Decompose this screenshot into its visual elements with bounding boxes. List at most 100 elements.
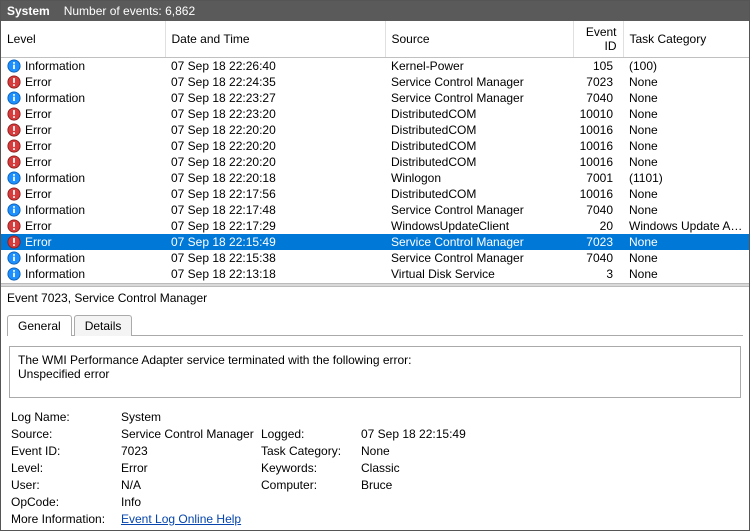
column-headers[interactable]: Level Date and Time Source Event ID Task… <box>1 21 749 58</box>
level-text: Error <box>25 107 52 121</box>
cell-event-id: 7023 <box>573 234 623 250</box>
cell-datetime: 07 Sep 18 22:24:35 <box>165 74 385 90</box>
level-text: Error <box>25 219 52 233</box>
col-level[interactable]: Level <box>1 21 165 58</box>
error-icon <box>7 75 21 89</box>
val-opcode: Info <box>121 495 261 509</box>
lbl-source: Source: <box>11 427 121 441</box>
cell-datetime: 07 Sep 18 22:17:56 <box>165 186 385 202</box>
cell-source: Service Control Manager <box>385 74 573 90</box>
log-title: System <box>7 4 50 18</box>
detail-tabs: General Details <box>7 315 743 336</box>
table-row[interactable]: Error 07 Sep 18 22:17:56DistributedCOM100… <box>1 186 749 202</box>
lbl-task-cat: Task Category: <box>261 444 361 458</box>
cell-event-id: 10016 <box>573 122 623 138</box>
cell-source: DistributedCOM <box>385 138 573 154</box>
table-row[interactable]: Error 07 Sep 18 22:24:35Service Control M… <box>1 74 749 90</box>
cell-event-id: 7040 <box>573 90 623 106</box>
error-icon <box>7 123 21 137</box>
val-user: N/A <box>121 478 261 492</box>
cell-task-cat: (1101) <box>623 170 749 186</box>
log-header: System Number of events: 6,862 <box>1 1 749 21</box>
cell-task-cat: (100) <box>623 58 749 75</box>
cell-task-cat: Windows Update Agent <box>623 218 749 234</box>
cell-task-cat: None <box>623 234 749 250</box>
cell-source: DistributedCOM <box>385 122 573 138</box>
event-message-line: Unspecified error <box>18 367 732 381</box>
lbl-opcode: OpCode: <box>11 495 121 509</box>
event-count: Number of events: 6,862 <box>64 4 195 18</box>
col-source[interactable]: Source <box>385 21 573 58</box>
lbl-logged: Logged: <box>261 427 361 441</box>
lbl-event-id: Event ID: <box>11 444 121 458</box>
cell-source: DistributedCOM <box>385 154 573 170</box>
level-text: Error <box>25 75 52 89</box>
cell-datetime: 07 Sep 18 22:13:18 <box>165 266 385 282</box>
level-text: Error <box>25 187 52 201</box>
table-row[interactable]: Error07 Sep 18 22:15:49Service Control M… <box>1 234 749 250</box>
cell-task-cat: None <box>623 266 749 282</box>
cell-task-cat: None <box>623 250 749 266</box>
cell-datetime: 07 Sep 18 22:15:38 <box>165 250 385 266</box>
val-event-id: 7023 <box>121 444 261 458</box>
cell-event-id: 10016 <box>573 186 623 202</box>
cell-event-id: 10010 <box>573 106 623 122</box>
tab-general[interactable]: General <box>7 315 72 336</box>
val-computer: Bruce <box>361 478 531 492</box>
table-row[interactable]: Error07 Sep 18 22:20:20DistributedCOM100… <box>1 154 749 170</box>
cell-source: DistributedCOM <box>385 186 573 202</box>
event-message-line: The WMI Performance Adapter service term… <box>18 353 732 367</box>
cell-datetime: 07 Sep 18 22:23:20 <box>165 106 385 122</box>
table-row[interactable]: Error 07 Sep 18 22:17:29WindowsUpdateClie… <box>1 218 749 234</box>
table-row[interactable]: Error07 Sep 18 22:20:20DistributedCOM100… <box>1 138 749 154</box>
cell-source: Winlogon <box>385 170 573 186</box>
lbl-computer: Computer: <box>261 478 361 492</box>
cell-source: WindowsUpdateClient <box>385 218 573 234</box>
table-row[interactable]: Error 07 Sep 18 22:23:20DistributedCOM100… <box>1 106 749 122</box>
info-icon <box>7 267 21 281</box>
val-log-name: System <box>121 410 261 424</box>
level-text: Error <box>25 235 52 249</box>
tab-details[interactable]: Details <box>74 315 133 336</box>
lbl-user: User: <box>11 478 121 492</box>
table-row[interactable]: Information07 Sep 18 22:13:18Virtual Dis… <box>1 266 749 282</box>
table-row[interactable]: Error07 Sep 18 22:20:20DistributedCOM100… <box>1 122 749 138</box>
table-row[interactable]: Information07 Sep 18 22:20:18Winlogon700… <box>1 170 749 186</box>
error-icon <box>7 187 21 201</box>
level-text: Error <box>25 139 52 153</box>
event-properties: Log Name: System Source: Service Control… <box>11 410 743 526</box>
info-icon <box>7 251 21 265</box>
cell-source: Virtual Disk Service <box>385 266 573 282</box>
info-icon <box>7 91 21 105</box>
info-icon <box>7 203 21 217</box>
cell-source: Service Control Manager <box>385 90 573 106</box>
error-icon <box>7 155 21 169</box>
table-row[interactable]: Information07 Sep 18 22:17:48Service Con… <box>1 202 749 218</box>
col-task-cat[interactable]: Task Category <box>623 21 749 58</box>
level-text: Error <box>25 123 52 137</box>
level-text: Error <box>25 155 52 169</box>
cell-datetime: 07 Sep 18 22:23:27 <box>165 90 385 106</box>
cell-event-id: 105 <box>573 58 623 75</box>
table-row[interactable]: Information07 Sep 18 22:15:38Service Con… <box>1 250 749 266</box>
cell-datetime: 07 Sep 18 22:20:18 <box>165 170 385 186</box>
event-table[interactable]: Level Date and Time Source Event ID Task… <box>1 21 749 282</box>
event-message: The WMI Performance Adapter service term… <box>9 346 741 398</box>
cell-task-cat: None <box>623 122 749 138</box>
val-level: Error <box>121 461 261 475</box>
cell-event-id: 7023 <box>573 74 623 90</box>
lbl-more-info: More Information: <box>11 512 121 526</box>
level-text: Information <box>25 91 85 105</box>
link-online-help[interactable]: Event Log Online Help <box>121 512 261 526</box>
cell-event-id: 20 <box>573 218 623 234</box>
table-row[interactable]: Information 07 Sep 18 22:23:27Service Con… <box>1 90 749 106</box>
table-row[interactable]: Information07 Sep 18 22:26:40Kernel-Powe… <box>1 58 749 75</box>
detail-pane: Event 7023, Service Control Manager Gene… <box>1 287 749 530</box>
cell-datetime: 07 Sep 18 22:17:29 <box>165 218 385 234</box>
cell-source: DistributedCOM <box>385 106 573 122</box>
col-event-id[interactable]: Event ID <box>573 21 623 58</box>
col-datetime[interactable]: Date and Time <box>165 21 385 58</box>
cell-datetime: 07 Sep 18 22:20:20 <box>165 138 385 154</box>
error-icon <box>7 107 21 121</box>
cell-source: Service Control Manager <box>385 202 573 218</box>
